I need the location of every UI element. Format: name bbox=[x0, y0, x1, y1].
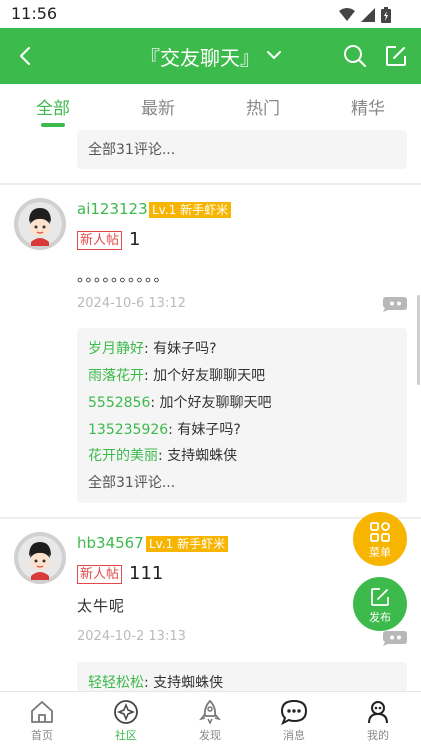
username[interactable]: hb34567 bbox=[77, 534, 144, 552]
tab-bar: 全部 最新 热门 精华 bbox=[0, 84, 421, 130]
tab-all[interactable]: 全部 bbox=[36, 94, 70, 119]
page-title[interactable]: 『交友聊天』 bbox=[140, 42, 260, 71]
chat-bubble-icon bbox=[280, 699, 308, 725]
comment-author[interactable]: 轻轻松松 bbox=[88, 675, 144, 691]
post-date: 2024-10-6 13:12 bbox=[77, 296, 186, 311]
comment-line[interactable]: 岁月静好: 有妹子吗? bbox=[88, 338, 217, 358]
nav-profile[interactable]: 我的 bbox=[348, 692, 408, 749]
scrollbar[interactable] bbox=[417, 295, 420, 385]
post-separator bbox=[0, 517, 421, 519]
edit-icon bbox=[371, 588, 389, 606]
home-icon bbox=[31, 701, 53, 723]
rocket-icon bbox=[199, 699, 221, 725]
nav-community[interactable]: 社区 bbox=[96, 692, 156, 749]
chevron-down-icon[interactable] bbox=[266, 50, 282, 60]
avatar[interactable] bbox=[14, 532, 66, 584]
avatar[interactable] bbox=[14, 198, 66, 250]
comment-line[interactable]: 5552856: 加个好友聊聊天吧 bbox=[88, 392, 272, 412]
tab-hot[interactable]: 热门 bbox=[246, 94, 280, 119]
nav-home-label: 首页 bbox=[31, 729, 53, 742]
comment-box: 轻轻松松: 支持蜘蛛侠 bbox=[77, 662, 407, 691]
back-arrow-icon[interactable] bbox=[12, 42, 40, 70]
bottom-nav: 首页 社区 发现 消息 我的 bbox=[0, 691, 421, 749]
status-bar: 11:56 bbox=[0, 0, 421, 28]
comment-author[interactable]: 135235926 bbox=[88, 422, 168, 438]
post-body[interactable]: 。。。。。。。。。。 bbox=[77, 265, 170, 286]
comment-line[interactable]: 花开的美丽: 支持蜘蛛侠 bbox=[88, 445, 237, 465]
status-icons bbox=[339, 7, 391, 23]
compose-icon[interactable] bbox=[384, 44, 408, 68]
comment-author[interactable]: 雨落花开 bbox=[88, 368, 144, 384]
comment-author[interactable]: 花开的美丽 bbox=[88, 448, 158, 464]
comment-text: : 加个好友聊聊天吧 bbox=[150, 395, 272, 411]
nav-profile-label: 我的 bbox=[367, 729, 389, 742]
battery-icon bbox=[381, 7, 391, 23]
comment-text: : 支持蜘蛛侠 bbox=[144, 675, 224, 691]
search-icon[interactable] bbox=[343, 44, 367, 68]
level-badge: Lv.1 新手虾米 bbox=[149, 202, 232, 218]
comment-icon[interactable] bbox=[382, 296, 408, 312]
grid-icon bbox=[370, 522, 390, 542]
all-comments-link[interactable]: 全部31评论... bbox=[88, 139, 175, 159]
post-title[interactable]: 1 bbox=[129, 229, 140, 250]
signal-icon bbox=[361, 8, 375, 22]
all-comments-link[interactable]: 全部31评论... bbox=[88, 472, 175, 492]
comment-line[interactable]: 135235926: 有妹子吗? bbox=[88, 419, 241, 439]
post-title[interactable]: 111 bbox=[129, 563, 163, 584]
nav-home[interactable]: 首页 bbox=[12, 692, 72, 749]
nav-discover-label: 发现 bbox=[199, 729, 221, 742]
nav-community-label: 社区 bbox=[115, 729, 137, 742]
tab-indicator bbox=[41, 123, 65, 127]
menu-fab-button[interactable]: 菜单 bbox=[353, 512, 407, 566]
comment-box: 全部31评论... bbox=[77, 130, 407, 169]
nav-discover[interactable]: 发现 bbox=[180, 692, 240, 749]
app-bar: 『交友聊天』 bbox=[0, 28, 421, 84]
nav-messages-label: 消息 bbox=[283, 729, 305, 742]
comment-text: : 有妹子吗? bbox=[168, 422, 241, 438]
post-fab-label: 发布 bbox=[369, 611, 391, 624]
menu-fab-label: 菜单 bbox=[369, 546, 391, 559]
status-time: 11:56 bbox=[11, 4, 58, 23]
profile-icon bbox=[368, 701, 388, 724]
tab-latest[interactable]: 最新 bbox=[141, 94, 175, 119]
comment-text: : 有妹子吗? bbox=[144, 341, 217, 357]
post-fab-button[interactable]: 发布 bbox=[353, 577, 407, 631]
comment-box: 岁月静好: 有妹子吗? 雨落花开: 加个好友聊聊天吧 5552856: 加个好友… bbox=[77, 328, 407, 503]
comment-line[interactable]: 雨落花开: 加个好友聊聊天吧 bbox=[88, 365, 265, 385]
wifi-icon bbox=[339, 8, 355, 21]
comment-line[interactable]: 轻轻松松: 支持蜘蛛侠 bbox=[88, 672, 223, 691]
tab-featured[interactable]: 精华 bbox=[351, 94, 385, 119]
comment-text: : 支持蜘蛛侠 bbox=[158, 448, 238, 464]
community-icon bbox=[114, 700, 138, 724]
comment-text: : 加个好友聊聊天吧 bbox=[144, 368, 266, 384]
level-badge: Lv.1 新手虾米 bbox=[146, 536, 229, 552]
post-date: 2024-10-2 13:13 bbox=[77, 629, 186, 644]
new-user-tag: 新人帖 bbox=[77, 231, 123, 250]
new-user-tag: 新人帖 bbox=[77, 565, 123, 584]
comment-icon[interactable] bbox=[382, 630, 408, 646]
comment-author[interactable]: 岁月静好 bbox=[88, 341, 144, 357]
post-separator bbox=[0, 183, 421, 185]
comment-author[interactable]: 5552856 bbox=[88, 395, 150, 411]
post-body[interactable]: 太牛呢 bbox=[77, 595, 125, 616]
nav-messages[interactable]: 消息 bbox=[264, 692, 324, 749]
username[interactable]: ai123123 bbox=[77, 200, 148, 218]
